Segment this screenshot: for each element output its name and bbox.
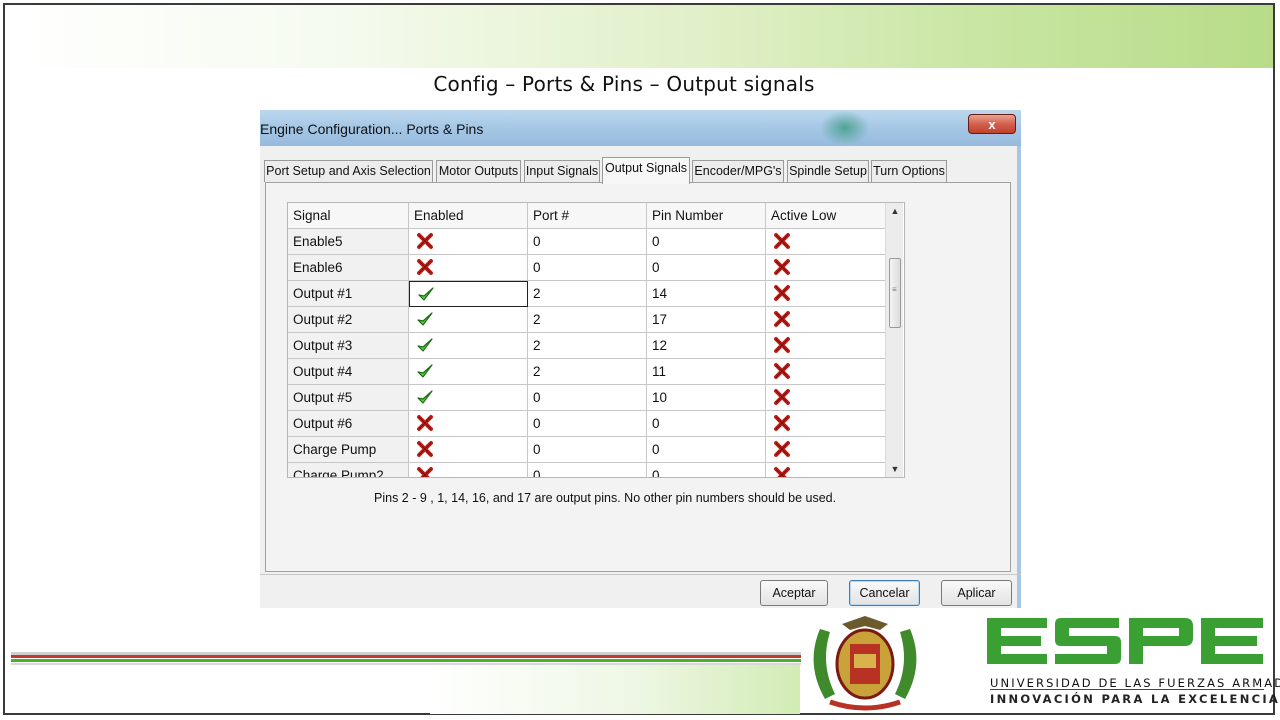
tab-label: Port Setup and Axis Selection [266, 164, 431, 178]
slide-title: Config – Ports & Pins – Output signals [433, 72, 815, 96]
tab-label: Output Signals [605, 161, 687, 175]
cell-enabled[interactable] [409, 359, 528, 385]
cell-port[interactable]: 0 [528, 229, 647, 255]
university-rule [990, 689, 1264, 690]
tab-label: Input Signals [525, 164, 599, 178]
column-header-pin-number[interactable]: Pin Number [647, 203, 766, 229]
cell-port[interactable]: 0 [528, 437, 647, 463]
cell-signal[interactable]: Enable5 [288, 229, 409, 255]
tab-spindle-setup[interactable]: Spindle Setup [787, 160, 869, 182]
scroll-up-arrow-icon[interactable]: ▲ [886, 203, 904, 219]
cell-pin-number[interactable]: 17 [647, 307, 766, 333]
column-header-signal[interactable]: Signal [288, 203, 409, 229]
cell-active-low[interactable] [766, 411, 886, 437]
espe-logo-icon [987, 618, 1263, 664]
cell-signal[interactable]: Output #1 [288, 281, 409, 307]
close-button[interactable]: x [968, 114, 1016, 134]
footer-stripe-green [11, 659, 801, 662]
cell-port[interactable]: 0 [528, 385, 647, 411]
cell-enabled[interactable] [409, 463, 528, 477]
cell-active-low[interactable] [766, 255, 886, 281]
footer-stripes [11, 646, 801, 670]
cell-signal[interactable]: Output #2 [288, 307, 409, 333]
window-title: Engine Configuration... Ports & Pins [260, 121, 484, 137]
pins-note: Pins 2 - 9 , 1, 14, 16, and 17 are outpu… [374, 491, 837, 505]
scroll-down-arrow-icon[interactable]: ▼ [886, 461, 904, 477]
footer-stripe [11, 663, 801, 665]
column-header-enabled[interactable]: Enabled [409, 203, 528, 229]
footer-stripe-red [11, 655, 801, 658]
tab-motor-outputs[interactable]: Motor Outputs [436, 160, 521, 182]
cell-active-low[interactable] [766, 281, 886, 307]
cell-active-low[interactable] [766, 333, 886, 359]
tab-label: Encoder/MPG's [694, 164, 782, 178]
cell-pin-number[interactable]: 0 [647, 463, 766, 477]
cell-port[interactable]: 0 [528, 463, 647, 477]
column-header-port[interactable]: Port # [528, 203, 647, 229]
university-motto: INNOVACIÓN PARA LA EXCELENCIA [990, 692, 1280, 706]
cell-signal[interactable]: Enable6 [288, 255, 409, 281]
apply-button[interactable]: Aplicar [941, 580, 1012, 606]
university-crest-icon [813, 616, 917, 711]
tab-label: Turn Options [873, 164, 945, 178]
button-bar-divider [260, 574, 1021, 575]
cell-enabled[interactable] [409, 281, 528, 307]
accept-button[interactable]: Aceptar [760, 580, 828, 606]
titlebar-glow [820, 110, 870, 146]
tab-port-setup[interactable]: Port Setup and Axis Selection [264, 160, 433, 182]
column-header-active-low[interactable]: Active Low [766, 203, 886, 229]
cell-signal[interactable]: Output #5 [288, 385, 409, 411]
cell-pin-number[interactable]: 12 [647, 333, 766, 359]
cell-signal[interactable]: Output #3 [288, 333, 409, 359]
cell-enabled[interactable] [409, 385, 528, 411]
cell-pin-number[interactable]: 0 [647, 255, 766, 281]
cell-active-low[interactable] [766, 385, 886, 411]
cell-pin-number[interactable]: 0 [647, 437, 766, 463]
cell-enabled[interactable] [409, 307, 528, 333]
cell-port[interactable]: 0 [528, 411, 647, 437]
cell-enabled[interactable] [409, 437, 528, 463]
cell-enabled[interactable] [409, 411, 528, 437]
university-name: UNIVERSIDAD DE LAS FUERZAS ARMADAS [990, 676, 1280, 690]
tab-input-signals[interactable]: Input Signals [524, 160, 600, 182]
close-icon: x [988, 117, 996, 132]
cell-port[interactable]: 2 [528, 333, 647, 359]
cell-enabled[interactable] [409, 333, 528, 359]
cell-active-low[interactable] [766, 307, 886, 333]
cell-pin-number[interactable]: 14 [647, 281, 766, 307]
cell-pin-number[interactable]: 11 [647, 359, 766, 385]
cell-port[interactable]: 2 [528, 359, 647, 385]
cell-port[interactable]: 2 [528, 307, 647, 333]
cell-active-low[interactable] [766, 229, 886, 255]
window-titlebar[interactable]: Engine Configuration... Ports & Pins x [260, 110, 1021, 146]
cell-signal[interactable]: Output #4 [288, 359, 409, 385]
tab-label: Motor Outputs [438, 164, 519, 178]
cancel-button[interactable]: Cancelar [849, 580, 920, 606]
cell-port[interactable]: 2 [528, 281, 647, 307]
cell-pin-number[interactable]: 0 [647, 229, 766, 255]
cell-enabled[interactable] [409, 255, 528, 281]
cell-signal[interactable]: Output #6 [288, 411, 409, 437]
window-frame-edge [1017, 146, 1021, 608]
cell-port[interactable]: 0 [528, 255, 647, 281]
cell-active-low[interactable] [766, 437, 886, 463]
tab-turn-options[interactable]: Turn Options [871, 160, 947, 182]
cell-active-low[interactable] [766, 359, 886, 385]
cell-pin-number[interactable]: 10 [647, 385, 766, 411]
cell-active-low[interactable] [766, 463, 886, 477]
scroll-thumb[interactable]: ≡ [889, 258, 901, 328]
cell-signal[interactable]: Charge Pump [288, 437, 409, 463]
footer-gradient [430, 664, 800, 714]
tab-label: Spindle Setup [789, 164, 867, 178]
tab-output-signals[interactable]: Output Signals [602, 157, 690, 184]
grid-vertical-scrollbar[interactable]: ▲ ≡ ▼ [885, 203, 903, 477]
cell-pin-number[interactable]: 0 [647, 411, 766, 437]
config-window: Engine Configuration... Ports & Pins x P… [260, 110, 1021, 608]
signals-grid: Signal Enabled Port # Pin Number Active … [287, 202, 905, 478]
cell-enabled[interactable] [409, 229, 528, 255]
scroll-grip-icon: ≡ [892, 285, 897, 294]
cell-signal[interactable]: Charge Pump2 [288, 463, 409, 477]
tab-encoder-mpg[interactable]: Encoder/MPG's [692, 160, 784, 182]
